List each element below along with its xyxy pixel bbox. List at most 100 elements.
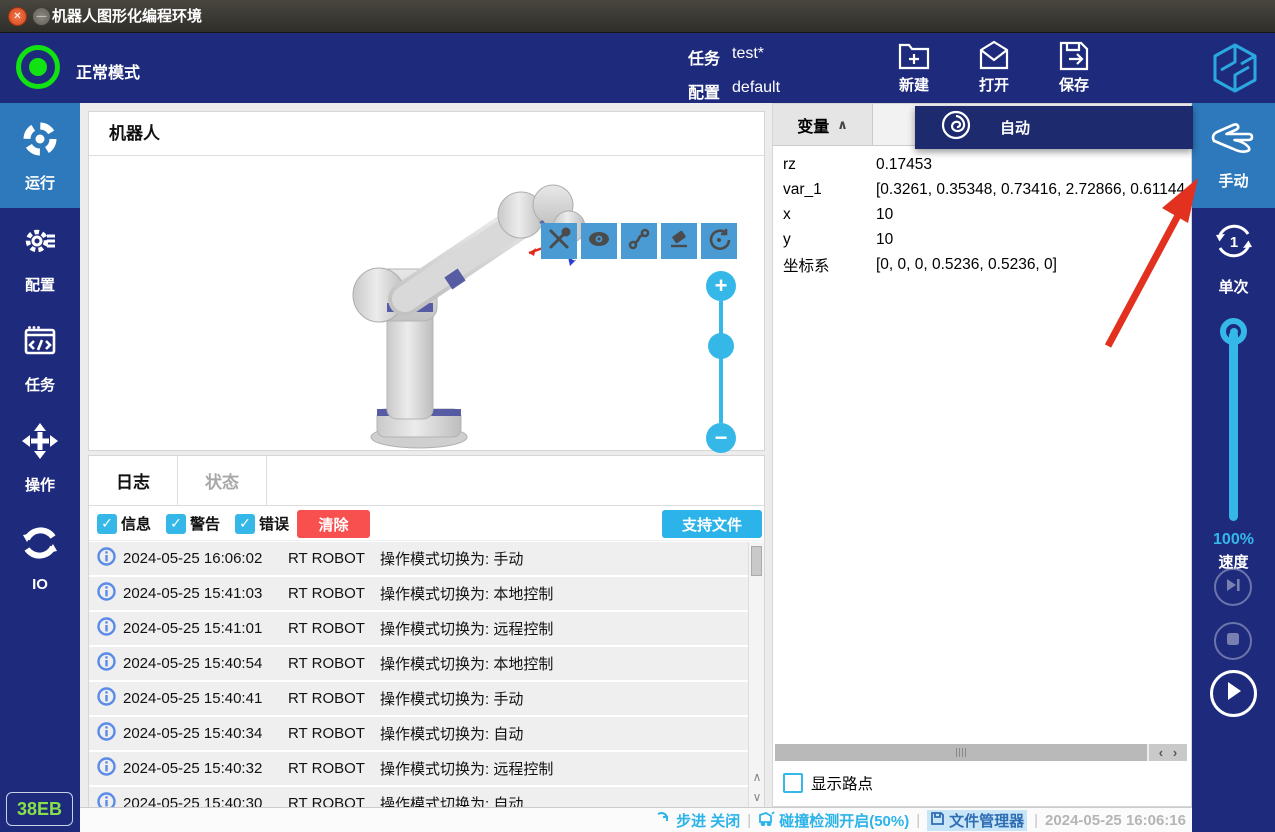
eraser-icon (667, 227, 691, 256)
log-message: 操作模式切换为: 自动 (380, 793, 523, 807)
speed-slider-track[interactable] (1229, 331, 1238, 521)
variable-value: 10 (876, 206, 1186, 224)
hscroll-arrows: ‹ › (1149, 744, 1187, 761)
sidebar-item-io[interactable]: IO (0, 508, 80, 608)
log-time: 2024-05-25 15:40:41 (123, 690, 288, 707)
right-sidebar: 手动 1 单次 100% 速度 (1192, 103, 1275, 832)
scroll-right-icon[interactable]: › (1173, 745, 1177, 760)
window-close-button[interactable]: ✕ (8, 7, 27, 26)
sidebar-item-operate[interactable]: 操作 (0, 408, 80, 508)
filter-info-checkbox[interactable]: ✓ 信息 (97, 513, 151, 534)
log-message: 操作模式切换为: 手动 (380, 688, 523, 709)
log-row[interactable]: 2024-05-25 15:40:32 RT ROBOT 操作模式切换为: 远程… (89, 752, 749, 785)
sidebar-item-config[interactable]: 配置 (0, 208, 80, 308)
filter-warning-checkbox[interactable]: ✓ 警告 (166, 513, 220, 534)
zoom-slider-track[interactable] (719, 301, 723, 423)
step-mode-toggle[interactable]: 步进 关闭 (656, 810, 740, 831)
sidebar-item-run[interactable]: 运行 (0, 103, 80, 208)
single-run-button[interactable]: 1 单次 (1192, 208, 1275, 308)
stop-icon (1226, 632, 1240, 651)
path-button[interactable] (621, 223, 657, 259)
variable-row[interactable]: var_1 [0.3261, 0.35348, 0.73416, 2.72866… (783, 177, 1191, 202)
log-row[interactable]: 2024-05-25 15:40:34 RT ROBOT 操作模式切换为: 自动 (89, 717, 749, 750)
log-message: 操作模式切换为: 手动 (380, 548, 523, 569)
robot-3d-viewport[interactable]: + − (89, 157, 764, 450)
log-tabs: 日志 状态 (89, 456, 764, 506)
log-source: RT ROBOT (288, 655, 380, 672)
save-button[interactable]: 保存 (1045, 38, 1103, 100)
checkbox-checked-icon: ✓ (235, 514, 255, 534)
scroll-left-icon[interactable]: ‹ (1159, 745, 1163, 760)
new-button[interactable]: 新建 (885, 38, 943, 100)
zoom-in-button[interactable]: + (706, 271, 736, 301)
step-forward-button[interactable] (1214, 568, 1252, 606)
log-time: 2024-05-25 16:06:02 (123, 550, 288, 567)
variables-tab[interactable]: 变量 ∧ (773, 104, 873, 145)
zoom-slider-thumb[interactable] (708, 333, 734, 359)
stop-button[interactable] (1214, 622, 1252, 660)
log-source: RT ROBOT (288, 725, 380, 742)
speed-slider-thumb[interactable] (1220, 318, 1247, 345)
log-message: 操作模式切换为: 自动 (380, 723, 523, 744)
statusbar-divider: | (747, 812, 751, 829)
log-list[interactable]: 2024-05-25 16:06:02 RT ROBOT 操作模式切换为: 手动… (89, 542, 749, 807)
mode-menu-popup[interactable]: 自动 (915, 106, 1193, 149)
open-button[interactable]: 打开 (965, 38, 1023, 100)
variables-hscrollbar-thumb[interactable] (775, 744, 1147, 761)
log-message: 操作模式切换为: 本地控制 (380, 583, 553, 604)
log-source: RT ROBOT (288, 690, 380, 707)
close-icon: ✕ (13, 11, 21, 22)
variable-row[interactable]: y 10 (783, 227, 1191, 252)
sidebar-item-task[interactable]: 任务 (0, 308, 80, 408)
log-row[interactable]: 2024-05-25 15:40:41 RT ROBOT 操作模式切换为: 手动 (89, 682, 749, 715)
variable-row[interactable]: rz 0.17453 (783, 152, 1191, 177)
log-scrollbar[interactable]: ∧ ∨ (748, 542, 764, 807)
rotate-view-button[interactable] (701, 223, 737, 259)
log-time: 2024-05-25 15:41:03 (123, 585, 288, 602)
scroll-up-icon[interactable]: ∧ (749, 767, 765, 787)
log-row[interactable]: 2024-05-25 15:40:30 RT ROBOT 操作模式切换为: 自动 (89, 787, 749, 807)
play-button[interactable] (1210, 670, 1257, 717)
tab-log[interactable]: 日志 (89, 456, 178, 505)
main-area: 机器人 (80, 103, 1192, 832)
tools-icon (547, 227, 571, 256)
config-value: default (732, 79, 780, 103)
config-label: 配置 (688, 79, 720, 103)
variable-name: 坐标系 (783, 254, 876, 276)
log-row[interactable]: 2024-05-25 15:40:54 RT ROBOT 操作模式切换为: 本地… (89, 647, 749, 680)
filter-error-label: 错误 (259, 513, 289, 534)
variable-name: y (783, 231, 876, 249)
log-scrollbar-thumb[interactable] (751, 546, 762, 576)
info-icon (97, 757, 117, 780)
zoom-out-button[interactable]: − (706, 423, 736, 453)
log-row[interactable]: 2024-05-25 15:41:01 RT ROBOT 操作模式切换为: 远程… (89, 612, 749, 645)
collision-detection-toggle[interactable]: 碰撞检测开启(50%) (758, 810, 909, 831)
sidebar-item-label: 运行 (25, 172, 55, 193)
statusbar-timestamp: 2024-05-25 16:06:16 (1045, 812, 1186, 829)
show-waypoints-checkbox[interactable]: 显示路点 (783, 772, 873, 794)
support-files-button[interactable]: 支持文件 (662, 510, 762, 538)
manual-mode-button[interactable]: 手动 (1192, 103, 1275, 208)
speed-value: 100% (1192, 531, 1275, 549)
variables-hscrollbar[interactable] (775, 744, 1150, 761)
variable-name: var_1 (783, 181, 876, 199)
single-cycle-icon: 1 (1212, 219, 1256, 268)
log-row[interactable]: 2024-05-25 16:06:02 RT ROBOT 操作模式切换为: 手动 (89, 542, 749, 575)
variable-row[interactable]: x 10 (783, 202, 1191, 227)
scroll-down-icon[interactable]: ∨ (749, 787, 765, 807)
statusbar-divider: | (916, 812, 920, 829)
variable-row[interactable]: 坐标系 [0, 0, 0, 0.5236, 0.5236, 0] (783, 252, 1191, 277)
eraser-button[interactable] (661, 223, 697, 259)
tools-button[interactable] (541, 223, 577, 259)
window-minimize-button[interactable]: — (32, 7, 51, 26)
log-row[interactable]: 2024-05-25 15:41:03 RT ROBOT 操作模式切换为: 本地… (89, 577, 749, 610)
checkbox-checked-icon: ✓ (166, 514, 186, 534)
filter-error-checkbox[interactable]: ✓ 错误 (235, 513, 289, 534)
clear-log-button[interactable]: 清除 (297, 510, 370, 538)
visibility-button[interactable] (581, 223, 617, 259)
file-manager-button[interactable]: 文件管理器 (927, 810, 1027, 831)
path-icon (627, 227, 651, 256)
auto-mode-menu-item[interactable]: 自动 (1000, 117, 1030, 138)
tab-status[interactable]: 状态 (178, 456, 267, 505)
minus-icon: − (715, 425, 728, 451)
